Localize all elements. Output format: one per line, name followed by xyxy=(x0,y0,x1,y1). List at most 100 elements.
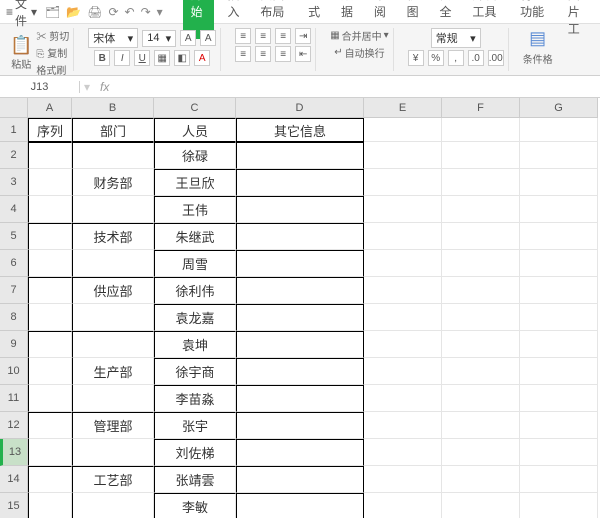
cell-G12[interactable] xyxy=(520,412,598,439)
select-all-corner[interactable] xyxy=(0,98,28,118)
cell-C10[interactable]: 徐宇商 xyxy=(154,358,236,385)
cell-F5[interactable] xyxy=(442,223,520,250)
cell-E8[interactable] xyxy=(364,304,442,331)
align-top-icon[interactable]: ≡ xyxy=(235,28,251,44)
row-header-2[interactable]: 2 xyxy=(0,142,28,169)
cell-B15[interactable] xyxy=(72,493,154,518)
underline-button[interactable]: U xyxy=(134,50,150,66)
cut-button[interactable]: ✂ 剪切 xyxy=(36,28,69,43)
cell-G8[interactable] xyxy=(520,304,598,331)
cell-F4[interactable] xyxy=(442,196,520,223)
cell-G15[interactable] xyxy=(520,493,598,518)
copy-button[interactable]: ⎘ 复制 xyxy=(36,45,69,60)
cell-E6[interactable] xyxy=(364,250,442,277)
cell-D8[interactable] xyxy=(236,304,364,331)
cell-D2[interactable] xyxy=(236,142,364,169)
outdent-icon[interactable]: ⇤ xyxy=(295,46,311,62)
cell-E4[interactable] xyxy=(364,196,442,223)
row-header-7[interactable]: 7 xyxy=(0,277,28,304)
cell-C5[interactable]: 朱继武 xyxy=(154,223,236,250)
row-header-9[interactable]: 9 xyxy=(0,331,28,358)
percent-icon[interactable]: % xyxy=(428,50,444,66)
cell-F9[interactable] xyxy=(442,331,520,358)
cell-D13[interactable] xyxy=(236,439,364,466)
border-button[interactable]: ▦ xyxy=(154,50,170,66)
cell-C13[interactable]: 刘佐梯 xyxy=(154,439,236,466)
cell-C1[interactable]: 人员 xyxy=(154,118,236,142)
cell-C6[interactable]: 周雪 xyxy=(154,250,236,277)
inc-decimal-icon[interactable]: .0 xyxy=(468,50,484,66)
cell-D5[interactable] xyxy=(236,223,364,250)
cell-F11[interactable] xyxy=(442,385,520,412)
cell-B7[interactable]: 供应部 xyxy=(72,277,154,304)
cell-B8[interactable] xyxy=(72,304,154,331)
cell-E10[interactable] xyxy=(364,358,442,385)
cell-E7[interactable] xyxy=(364,277,442,304)
cell-A15[interactable] xyxy=(28,493,72,518)
cell-F8[interactable] xyxy=(442,304,520,331)
cell-F12[interactable] xyxy=(442,412,520,439)
cell-A13[interactable] xyxy=(28,439,72,466)
cell-A8[interactable] xyxy=(28,304,72,331)
cell-E14[interactable] xyxy=(364,466,442,493)
cell-C11[interactable]: 李苗淼 xyxy=(154,385,236,412)
cell-B14[interactable]: 工艺部 xyxy=(72,466,154,493)
col-header-F[interactable]: F xyxy=(442,98,520,118)
cell-G14[interactable] xyxy=(520,466,598,493)
row-header-3[interactable]: 3 xyxy=(0,169,28,196)
row-header-15[interactable]: 15 xyxy=(0,493,28,518)
align-mid-icon[interactable]: ≡ xyxy=(255,28,271,44)
cell-E1[interactable] xyxy=(364,118,442,142)
cell-A4[interactable] xyxy=(28,196,72,223)
cell-D6[interactable] xyxy=(236,250,364,277)
cell-E2[interactable] xyxy=(364,142,442,169)
dec-decimal-icon[interactable]: .00 xyxy=(488,50,504,66)
cell-A6[interactable] xyxy=(28,250,72,277)
format-painter[interactable]: 格式刷 xyxy=(36,62,69,77)
file-menu[interactable]: ≡ 文件 ▾ xyxy=(6,0,37,29)
fx-icon[interactable]: fx xyxy=(94,80,115,94)
cell-B9[interactable] xyxy=(72,331,154,358)
qat-icon[interactable]: 📂 xyxy=(66,5,81,19)
cell-D11[interactable] xyxy=(236,385,364,412)
cell-A12[interactable] xyxy=(28,412,72,439)
cell-F13[interactable] xyxy=(442,439,520,466)
cell-F6[interactable] xyxy=(442,250,520,277)
align-center-icon[interactable]: ≡ xyxy=(255,46,271,62)
cell-C12[interactable]: 张宇 xyxy=(154,412,236,439)
cell-D14[interactable] xyxy=(236,466,364,493)
italic-button[interactable]: I xyxy=(114,50,130,66)
currency-icon[interactable]: ¥ xyxy=(408,50,424,66)
cell-B11[interactable] xyxy=(72,385,154,412)
align-right-icon[interactable]: ≡ xyxy=(275,46,291,62)
bold-button[interactable]: B xyxy=(94,50,110,66)
decrease-font-icon[interactable]: A xyxy=(200,30,216,46)
cell-D15[interactable] xyxy=(236,493,364,518)
cell-E12[interactable] xyxy=(364,412,442,439)
paste-icon[interactable]: 📋 xyxy=(10,35,32,56)
cell-G13[interactable] xyxy=(520,439,598,466)
row-header-8[interactable]: 8 xyxy=(0,304,28,331)
qat-icon[interactable]: 🖨 xyxy=(87,5,102,19)
cell-D12[interactable] xyxy=(236,412,364,439)
cell-C8[interactable]: 袁龙嘉 xyxy=(154,304,236,331)
cell-E11[interactable] xyxy=(364,385,442,412)
namebox-dropdown-icon[interactable]: ▾ xyxy=(80,80,94,94)
cell-B12[interactable]: 管理部 xyxy=(72,412,154,439)
cell-E9[interactable] xyxy=(364,331,442,358)
align-left-icon[interactable]: ≡ xyxy=(235,46,251,62)
cell-B3[interactable]: 财务部 xyxy=(72,169,154,196)
name-box[interactable]: J13 xyxy=(0,81,80,93)
cell-A3[interactable] xyxy=(28,169,72,196)
font-size-select[interactable]: 14▾ xyxy=(142,30,176,47)
cell-A9[interactable] xyxy=(28,331,72,358)
cell-F14[interactable] xyxy=(442,466,520,493)
qat-icon[interactable]: 🗂 xyxy=(45,5,60,19)
cell-B2[interactable] xyxy=(72,142,154,169)
col-header-C[interactable]: C xyxy=(154,98,236,118)
cell-D7[interactable] xyxy=(236,277,364,304)
col-header-B[interactable]: B xyxy=(72,98,154,118)
cell-G7[interactable] xyxy=(520,277,598,304)
cell-C15[interactable]: 李敏 xyxy=(154,493,236,518)
cell-B10[interactable]: 生产部 xyxy=(72,358,154,385)
